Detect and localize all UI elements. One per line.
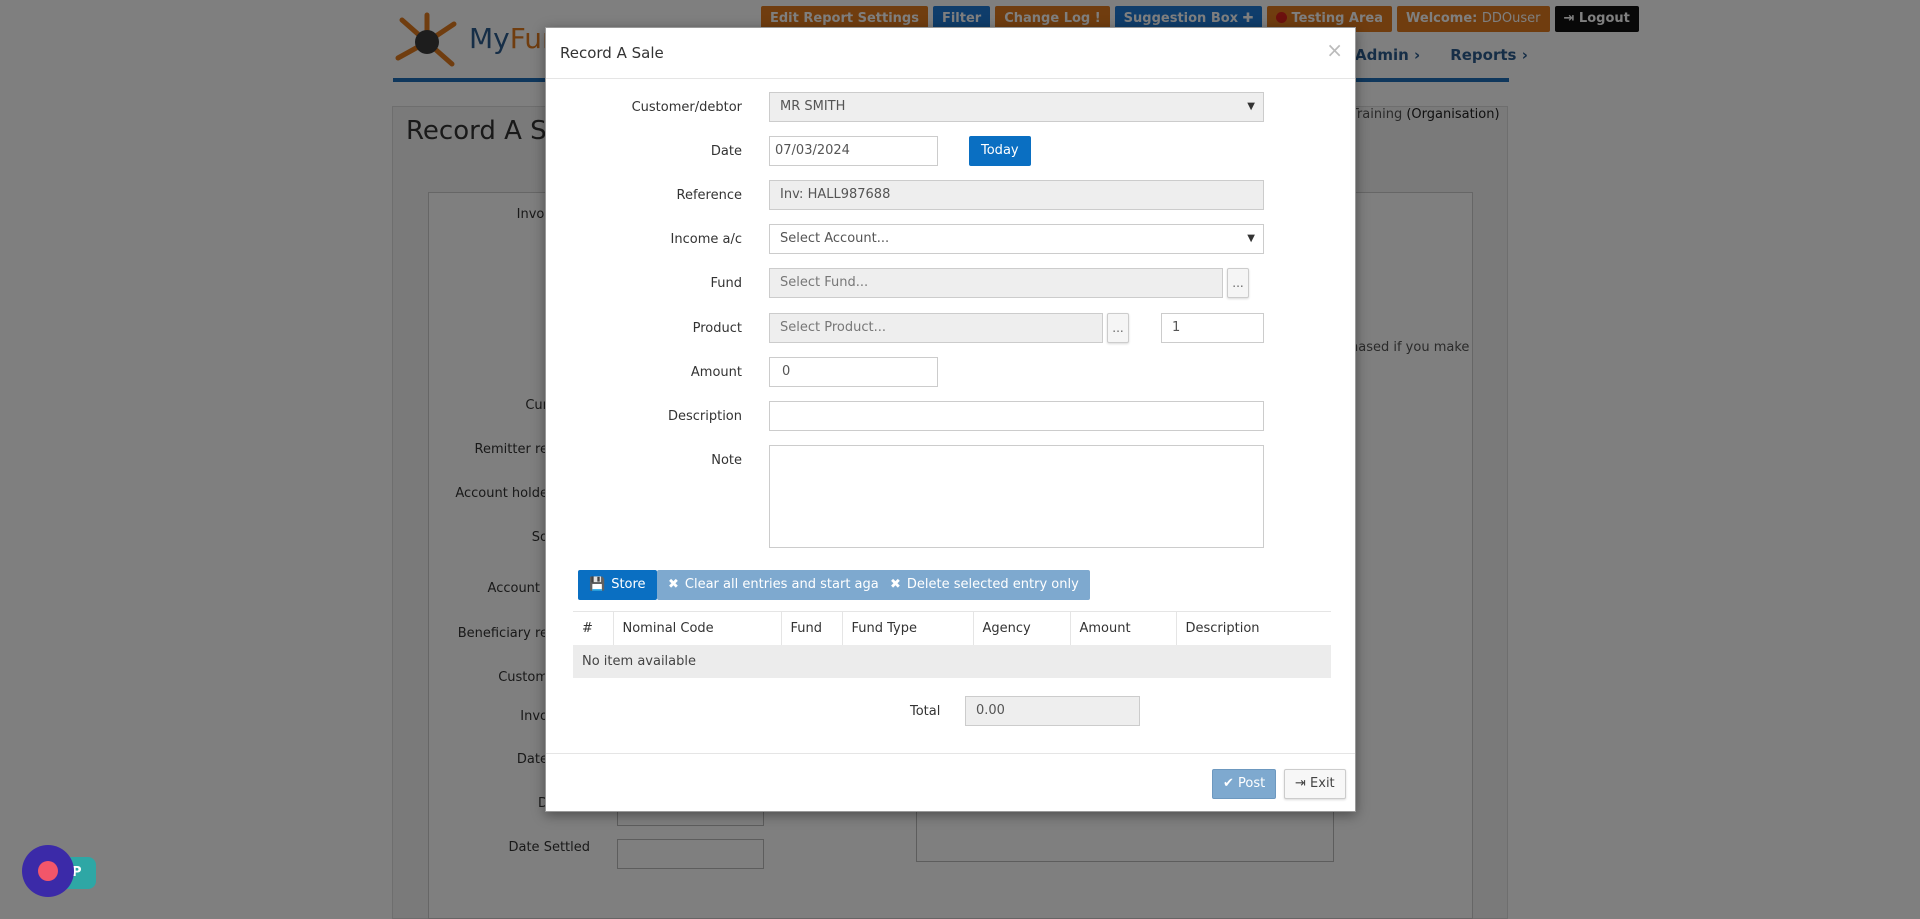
description-input[interactable] bbox=[769, 401, 1264, 431]
column-header: Fund bbox=[781, 611, 843, 645]
fund-label: Fund bbox=[710, 276, 743, 291]
fund-row: Fund Select Fund... ... bbox=[546, 268, 1355, 300]
date-label: Date bbox=[710, 144, 742, 159]
record-sale-modal: Record A Sale × Customer/debtor MR SMITH… bbox=[545, 27, 1356, 812]
income-account-row: Income a/c Select Account... ▼ bbox=[546, 224, 1355, 256]
reference-label: Reference bbox=[676, 188, 742, 203]
today-button[interactable]: Today bbox=[969, 136, 1031, 166]
fund-input[interactable]: Select Fund... bbox=[769, 268, 1223, 298]
income-account-select[interactable]: Select Account... ▼ bbox=[769, 224, 1264, 254]
customer-row: Customer/debtor MR SMITH ▼ bbox=[546, 92, 1355, 124]
exit-icon: ⇥ bbox=[1295, 776, 1311, 791]
column-header: Description bbox=[1176, 611, 1331, 645]
product-row: Product Select Product... ... 1 bbox=[546, 313, 1355, 345]
chevron-down-icon: ▼ bbox=[1247, 233, 1255, 244]
column-header: Fund Type bbox=[842, 611, 974, 645]
amount-input[interactable]: 0 bbox=[769, 357, 938, 387]
product-label: Product bbox=[692, 321, 742, 336]
total-value: 0.00 bbox=[965, 696, 1140, 726]
note-label: Note bbox=[711, 453, 742, 468]
close-icon: ✖ bbox=[668, 577, 679, 592]
column-header: # bbox=[573, 611, 614, 645]
quantity-input[interactable]: 1 bbox=[1161, 313, 1264, 343]
date-input[interactable]: 07/03/2024 bbox=[769, 136, 938, 166]
product-lookup-button[interactable]: ... bbox=[1107, 313, 1129, 343]
entries-table: # Nominal Code Fund Fund Type Agency Amo… bbox=[573, 611, 1331, 678]
post-button[interactable]: ✔ Post bbox=[1212, 769, 1277, 799]
empty-table-text: No item available bbox=[573, 644, 1331, 678]
column-header: Agency bbox=[973, 611, 1071, 645]
customer-label: Customer/debtor bbox=[631, 100, 742, 115]
income-account-label: Income a/c bbox=[670, 232, 742, 247]
save-icon: 💾 bbox=[589, 577, 606, 592]
modal-header: Record A Sale × bbox=[546, 28, 1355, 79]
record-dot-icon bbox=[38, 861, 58, 881]
total-label: Total bbox=[910, 704, 941, 719]
modal-title: Record A Sale bbox=[560, 44, 664, 62]
reference-row: Reference Inv: HALL987688 bbox=[546, 180, 1355, 212]
assistant-widget-button[interactable] bbox=[22, 845, 74, 897]
fund-lookup-button[interactable]: ... bbox=[1227, 268, 1249, 298]
exit-button[interactable]: ⇥ Exit bbox=[1284, 769, 1346, 799]
customer-select[interactable]: MR SMITH ▼ bbox=[769, 92, 1264, 122]
date-row: Date 07/03/2024 Today bbox=[546, 136, 1355, 168]
column-header: Amount bbox=[1070, 611, 1177, 645]
store-button[interactable]: 💾 Store bbox=[578, 570, 657, 600]
column-header: Nominal Code bbox=[613, 611, 782, 645]
product-input[interactable]: Select Product... bbox=[769, 313, 1103, 343]
clear-all-button[interactable]: ✖ Clear all entries and start again bbox=[657, 570, 902, 600]
amount-row: Amount 0 bbox=[546, 357, 1355, 389]
chevron-down-icon: ▼ bbox=[1247, 101, 1255, 112]
description-row: Description bbox=[546, 401, 1355, 433]
delete-selected-button[interactable]: ✖ Delete selected entry only bbox=[879, 570, 1090, 600]
amount-label: Amount bbox=[690, 365, 742, 380]
close-icon[interactable]: × bbox=[1326, 38, 1343, 62]
note-textarea[interactable] bbox=[769, 445, 1264, 548]
table-header-row: # Nominal Code Fund Fund Type Agency Amo… bbox=[573, 611, 1331, 645]
check-icon: ✔ bbox=[1223, 776, 1239, 791]
reference-input[interactable]: Inv: HALL987688 bbox=[769, 180, 1264, 210]
description-label: Description bbox=[667, 409, 742, 424]
close-icon: ✖ bbox=[890, 577, 901, 592]
table-row: No item available bbox=[573, 644, 1331, 678]
